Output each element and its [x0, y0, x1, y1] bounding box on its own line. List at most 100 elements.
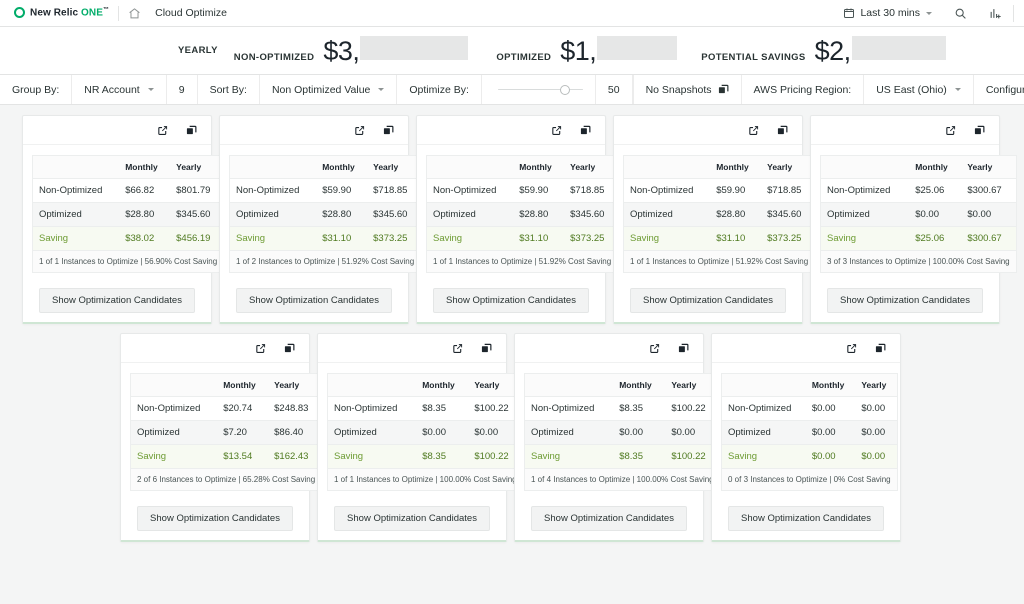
card-table-wrapper: Monthly Yearly Non-Optimized $59.90 $718… [220, 145, 422, 273]
non-optimized-monthly: $0.00 [805, 396, 856, 421]
card-header [220, 116, 408, 145]
table-row-saving: Saving $31.10 $373.25 [623, 226, 815, 251]
show-optimization-candidates-button[interactable]: Show Optimization Candidates [334, 506, 490, 531]
external-link-icon[interactable] [551, 125, 562, 136]
stack-icon[interactable] [974, 125, 985, 136]
cost-table: Monthly Yearly Non-Optimized $8.35 $100.… [524, 373, 721, 491]
row-label-optimized: Optimized [623, 202, 711, 227]
external-link-icon[interactable] [846, 343, 857, 354]
row-label-optimized: Optimized [32, 202, 120, 227]
time-range-picker[interactable]: Last 30 mins [832, 0, 943, 26]
cost-table: Monthly Yearly Non-Optimized $59.90 $718… [623, 155, 816, 273]
show-optimization-candidates-button[interactable]: Show Optimization Candidates [531, 506, 687, 531]
aws-pricing-region-select[interactable]: US East (Ohio) [864, 75, 974, 104]
table-row-non-optimized: Non-Optimized $59.90 $718.85 [426, 178, 618, 203]
saving-monthly: $31.10 [316, 226, 368, 251]
snapshots-button[interactable]: No Snapshots [634, 75, 742, 104]
table-row-saving: Saving $8.35 $100.22 [524, 444, 721, 469]
group-by-count: 9 [178, 83, 185, 96]
saving-yearly: $0.00 [855, 444, 898, 469]
table-header-row: Monthly Yearly [32, 155, 224, 179]
optimization-card: Monthly Yearly Non-Optimized $0.00 $0.00… [711, 333, 901, 542]
col-header-blank [130, 373, 218, 397]
group-by-select[interactable]: NR Account [72, 75, 167, 104]
stack-icon[interactable] [875, 343, 886, 354]
card-table-wrapper: Monthly Yearly Non-Optimized $8.35 $100.… [318, 363, 524, 491]
non-optimized-monthly: $20.74 [217, 396, 269, 421]
table-footer-row: 1 of 1 Instances to Optimize | 56.90% Co… [32, 250, 224, 273]
group-by-value: NR Account [84, 83, 140, 96]
add-to-dashboard-button[interactable] [978, 0, 1013, 26]
show-optimization-candidates-button[interactable]: Show Optimization Candidates [728, 506, 884, 531]
external-link-icon[interactable] [452, 343, 463, 354]
table-row-saving: Saving $0.00 $0.00 [721, 444, 898, 469]
group-by-label-cell: Group By: [0, 75, 73, 104]
external-link-icon[interactable] [748, 125, 759, 136]
show-optimization-candidates-button[interactable]: Show Optimization Candidates [236, 288, 392, 313]
cards-row-1: Monthly Yearly Non-Optimized $66.82 $801… [0, 115, 1024, 324]
saving-monthly: $0.00 [805, 444, 856, 469]
search-button[interactable] [943, 0, 978, 26]
col-header-yearly: Yearly [761, 155, 815, 179]
card-button-wrapper: Show Optimization Candidates [23, 273, 211, 313]
card-header [318, 334, 506, 363]
saving-yearly: $162.43 [268, 444, 322, 469]
saving-monthly: $8.35 [416, 444, 469, 469]
show-optimization-candidates-button[interactable]: Show Optimization Candidates [433, 288, 589, 313]
optimized-monthly: $28.80 [316, 202, 368, 227]
non-optimized-yearly: $248.83 [268, 396, 322, 421]
stack-icon[interactable] [580, 125, 591, 136]
snapshots-label: No Snapshots [645, 83, 712, 96]
show-optimization-candidates-button[interactable]: Show Optimization Candidates [39, 288, 195, 313]
configuration-label: Configuration [985, 83, 1024, 96]
optimize-by-slider-cell [482, 75, 596, 104]
cost-table: Monthly Yearly Non-Optimized $25.06 $300… [820, 155, 1017, 273]
stack-icon[interactable] [186, 125, 197, 136]
configuration-button[interactable]: Configuration [974, 75, 1024, 104]
optimized-monthly: $0.00 [909, 202, 962, 227]
table-row-non-optimized: Non-Optimized $25.06 $300.67 [820, 178, 1017, 203]
optimized-yearly: $86.40 [268, 420, 322, 445]
external-link-icon[interactable] [945, 125, 956, 136]
card-footer-summary: 1 of 1 Instances to Optimize | 100.00% C… [327, 468, 524, 491]
brand-one-label: ONE [81, 7, 104, 19]
table-row-optimized: Optimized $28.80 $345.60 [32, 202, 224, 227]
stack-icon[interactable] [481, 343, 492, 354]
nav-divider [118, 5, 120, 21]
show-optimization-candidates-button[interactable]: Show Optimization Candidates [630, 288, 786, 313]
chevron-down-icon [954, 88, 961, 91]
summary-label-non-optimized: NON-OPTIMIZED [233, 52, 315, 63]
external-link-icon[interactable] [354, 125, 365, 136]
show-optimization-candidates-button[interactable]: Show Optimization Candidates [827, 288, 983, 313]
sort-by-select[interactable]: Non Optimized Value [260, 75, 398, 104]
brand-logo-group[interactable]: New Relic ONE™ [14, 7, 109, 19]
filter-toolbar: Group By: NR Account 9 Sort By: Non Opti… [0, 75, 1024, 105]
time-range-label: Last 30 mins [860, 7, 920, 19]
slider-thumb[interactable] [559, 84, 570, 95]
stack-icon[interactable] [678, 343, 689, 354]
stack-icon[interactable] [284, 343, 295, 354]
optimized-yearly: $0.00 [961, 202, 1017, 227]
external-link-icon[interactable] [255, 343, 266, 354]
external-link-icon[interactable] [649, 343, 660, 354]
optimize-by-slider[interactable] [497, 75, 583, 104]
col-header-monthly: Monthly [416, 373, 469, 397]
table-row-optimized: Optimized $0.00 $0.00 [327, 420, 524, 445]
card-table-wrapper: Monthly Yearly Non-Optimized $59.90 $718… [614, 145, 816, 273]
table-row-saving: Saving $38.02 $456.19 [32, 226, 224, 251]
card-table-wrapper: Monthly Yearly Non-Optimized $59.90 $718… [417, 145, 619, 273]
non-optimized-yearly: $300.67 [961, 178, 1017, 203]
home-icon[interactable] [128, 7, 141, 20]
stack-icon[interactable] [383, 125, 394, 136]
stack-icon[interactable] [777, 125, 788, 136]
saving-monthly: $31.10 [710, 226, 762, 251]
breadcrumb[interactable]: Cloud Optimize [155, 7, 227, 19]
optimization-card: Monthly Yearly Non-Optimized $8.35 $100.… [317, 333, 524, 542]
table-row-optimized: Optimized $0.00 $0.00 [524, 420, 721, 445]
external-link-icon[interactable] [157, 125, 168, 136]
col-header-monthly: Monthly [217, 373, 269, 397]
add-to-dashboard-icon [989, 7, 1002, 20]
summary-value-non-optimized: $3, [323, 36, 360, 66]
card-table-wrapper: Monthly Yearly Non-Optimized $66.82 $801… [23, 145, 225, 273]
show-optimization-candidates-button[interactable]: Show Optimization Candidates [137, 506, 293, 531]
